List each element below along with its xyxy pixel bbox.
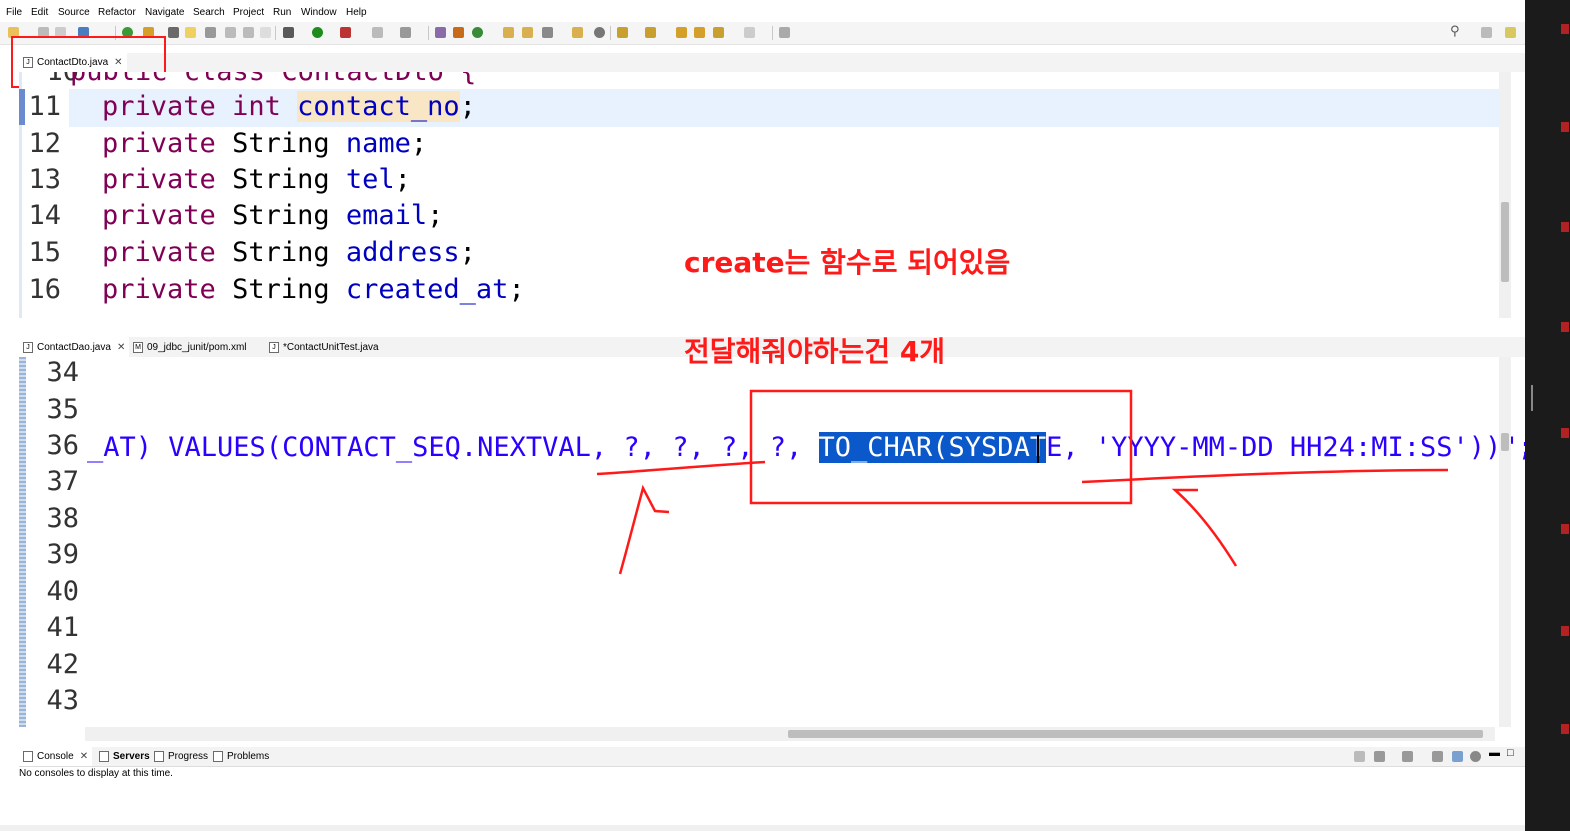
- console-body: No consoles to display at this time.: [19, 767, 1525, 825]
- tab-label: Problems: [227, 751, 270, 762]
- pin-console-icon[interactable]: [1354, 751, 1365, 762]
- console-message: No consoles to display at this time.: [19, 768, 173, 779]
- tab-label: Progress: [168, 751, 209, 762]
- arrow-left: [618, 484, 670, 575]
- tab-problems[interactable]: Problems: [209, 747, 273, 766]
- arrow-right: [1171, 488, 1238, 567]
- tab-label: Console: [37, 751, 74, 762]
- tab-console[interactable]: Console ✕: [19, 747, 93, 766]
- progress-icon: [154, 751, 164, 762]
- settings-icon[interactable]: [1470, 751, 1481, 762]
- minimize-icon[interactable]: ▬: [1489, 747, 1500, 759]
- servers-icon: [99, 751, 109, 762]
- word-wrap-console-icon[interactable]: [1452, 751, 1463, 762]
- problems-icon: [213, 751, 223, 762]
- tab-servers[interactable]: Servers: [95, 747, 154, 766]
- console-icon: [23, 751, 33, 762]
- side-strip: [1525, 0, 1570, 831]
- maximize-icon[interactable]: □: [1507, 747, 1514, 759]
- annotation-strokes: [596, 389, 1449, 575]
- underline-format: [1081, 468, 1449, 484]
- display-console-icon[interactable]: [1374, 751, 1385, 762]
- annotation-box: [749, 389, 1133, 505]
- close-icon[interactable]: ✕: [80, 751, 88, 762]
- underline-params: [596, 460, 766, 476]
- scroll-lock-icon[interactable]: [1432, 751, 1443, 762]
- open-console-icon[interactable]: [1402, 751, 1413, 762]
- console-tabbar: Console ✕ Servers Progress Problems ▬ □: [19, 747, 1525, 767]
- status-bar: [0, 825, 1525, 831]
- tab-label: Servers: [113, 751, 150, 762]
- tab-progress[interactable]: Progress: [150, 747, 212, 766]
